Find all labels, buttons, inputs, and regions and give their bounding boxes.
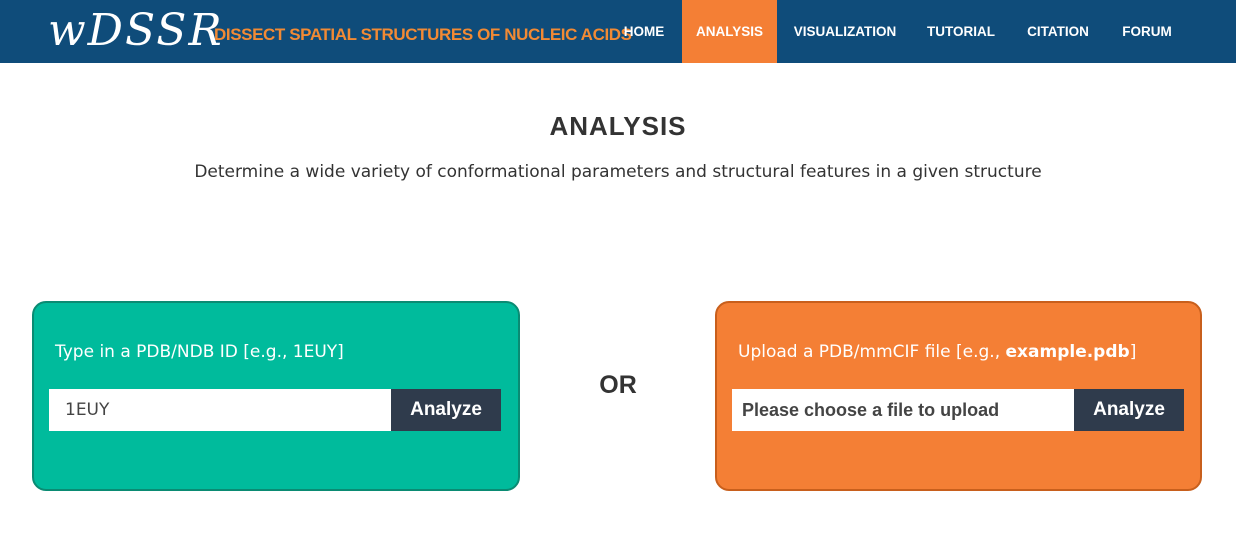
- upload-panel: Upload a PDB/mmCIF file [e.g., example.p…: [715, 301, 1202, 491]
- pdb-id-label: Type in a PDB/NDB ID [e.g., 1EUY]: [55, 342, 344, 362]
- site-tagline: DISSECT SPATIAL STRUCTURES OF NUCLEIC AC…: [214, 25, 632, 44]
- analyze-upload-button[interactable]: Analyze: [1074, 389, 1184, 431]
- top-navbar: wDSSR DISSECT SPATIAL STRUCTURES OF NUCL…: [0, 0, 1236, 63]
- upload-label: Upload a PDB/mmCIF file [e.g., example.p…: [738, 342, 1136, 362]
- upload-label-example: example.pdb: [1005, 342, 1130, 362]
- nav-tutorial[interactable]: TUTORIAL: [914, 0, 1008, 63]
- site-logo[interactable]: wDSSR: [48, 6, 224, 56]
- upload-label-prefix: Upload a PDB/mmCIF file [e.g.,: [738, 342, 1006, 362]
- nav-forum[interactable]: FORUM: [1108, 0, 1186, 63]
- pdb-id-input[interactable]: 1EUY: [49, 389, 392, 431]
- pdb-id-panel: Type in a PDB/NDB ID [e.g., 1EUY] 1EUY A…: [32, 301, 520, 491]
- file-upload-input[interactable]: Please choose a file to upload: [732, 389, 1075, 431]
- analyze-pdb-button[interactable]: Analyze: [391, 389, 501, 431]
- upload-label-suffix: ]: [1129, 342, 1137, 362]
- nav-home[interactable]: HOME: [611, 0, 677, 63]
- nav-visualization[interactable]: VISUALIZATION: [779, 0, 911, 63]
- nav-analysis[interactable]: ANALYSIS: [682, 0, 777, 63]
- page-subtitle: Determine a wide variety of conformation…: [194, 162, 1042, 182]
- nav-citation[interactable]: CITATION: [1012, 0, 1104, 63]
- page-title: ANALYSIS: [549, 111, 687, 141]
- or-separator: OR: [599, 371, 637, 399]
